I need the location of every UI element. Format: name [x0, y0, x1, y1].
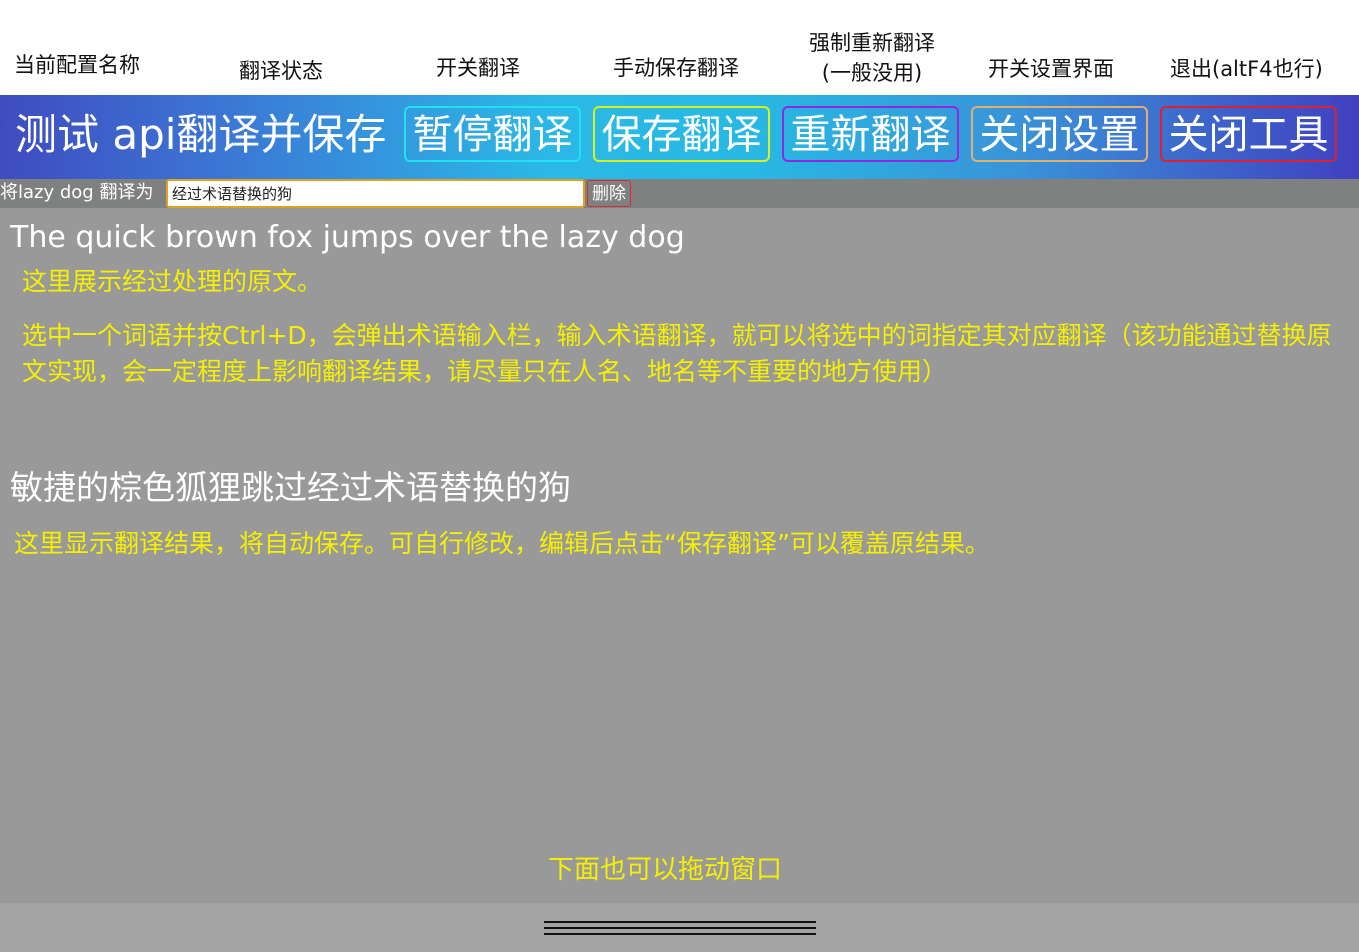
annotation-force-retranslate-line2: (一般没用) [821, 61, 923, 85]
content-area[interactable]: The quick brown fox jumps over the lazy … [0, 208, 1359, 903]
annotation-exit: 退出(altF4也行) [1170, 57, 1323, 81]
drag-handle[interactable] [0, 903, 1359, 952]
term-input[interactable] [166, 179, 585, 208]
annotation-config-name: 当前配置名称 [14, 53, 140, 77]
annotation-force-retranslate: 强制重新翻译 (一般没用) [802, 28, 942, 88]
app-window: 当前配置名称 翻译状态 开关翻译 手动保存翻译 强制重新翻译 (一般没用) 开关… [0, 0, 1359, 952]
config-title: 测试 api翻译并保存 [15, 110, 387, 159]
delete-term-button[interactable]: 删除 [587, 180, 631, 207]
term-hint: 选中一个词语并按Ctrl+D，会弹出术语输入栏，输入术语翻译，就可以将选中的词指… [22, 321, 1332, 386]
retranslate-button[interactable]: 重新翻译 [782, 106, 959, 162]
annotation-toggle-translate: 开关翻译 [436, 56, 520, 80]
term-row: 将lazy dog 翻译为 删除 [0, 179, 1359, 208]
close-tool-button[interactable]: 关闭工具 [1160, 106, 1337, 162]
annotation-force-retranslate-line1: 强制重新翻译 [809, 31, 935, 55]
source-hint: 这里展示经过处理的原文。 [22, 267, 323, 296]
close-settings-button[interactable]: 关闭设置 [971, 106, 1148, 162]
grip-line-icon [544, 927, 816, 929]
pause-translate-button[interactable]: 暂停翻译 [404, 106, 581, 162]
annotation-manual-save: 手动保存翻译 [613, 56, 739, 80]
drag-hint: 下面也可以拖动窗口 [547, 855, 782, 885]
source-text[interactable]: The quick brown fox jumps over the lazy … [10, 220, 685, 256]
translation-text[interactable]: 敏捷的棕色狐狸跳过经过术语替换的狗 [10, 468, 571, 508]
grip-line-icon [544, 933, 816, 935]
annotation-toggle-settings: 开关设置界面 [988, 57, 1114, 81]
annotation-row: 当前配置名称 翻译状态 开关翻译 手动保存翻译 强制重新翻译 (一般没用) 开关… [0, 0, 1359, 95]
save-translation-button[interactable]: 保存翻译 [593, 106, 770, 162]
toolbar[interactable]: 测试 api翻译并保存 暂停翻译 保存翻译 重新翻译 关闭设置 关闭工具 [0, 95, 1359, 179]
translation-hint: 这里显示翻译结果，将自动保存。可自行修改，编辑后点击“保存翻译”可以覆盖原结果。 [14, 529, 990, 558]
grip-line-icon [544, 921, 816, 923]
term-label: 将lazy dog 翻译为 [0, 182, 154, 203]
annotation-translate-status: 翻译状态 [239, 59, 323, 83]
